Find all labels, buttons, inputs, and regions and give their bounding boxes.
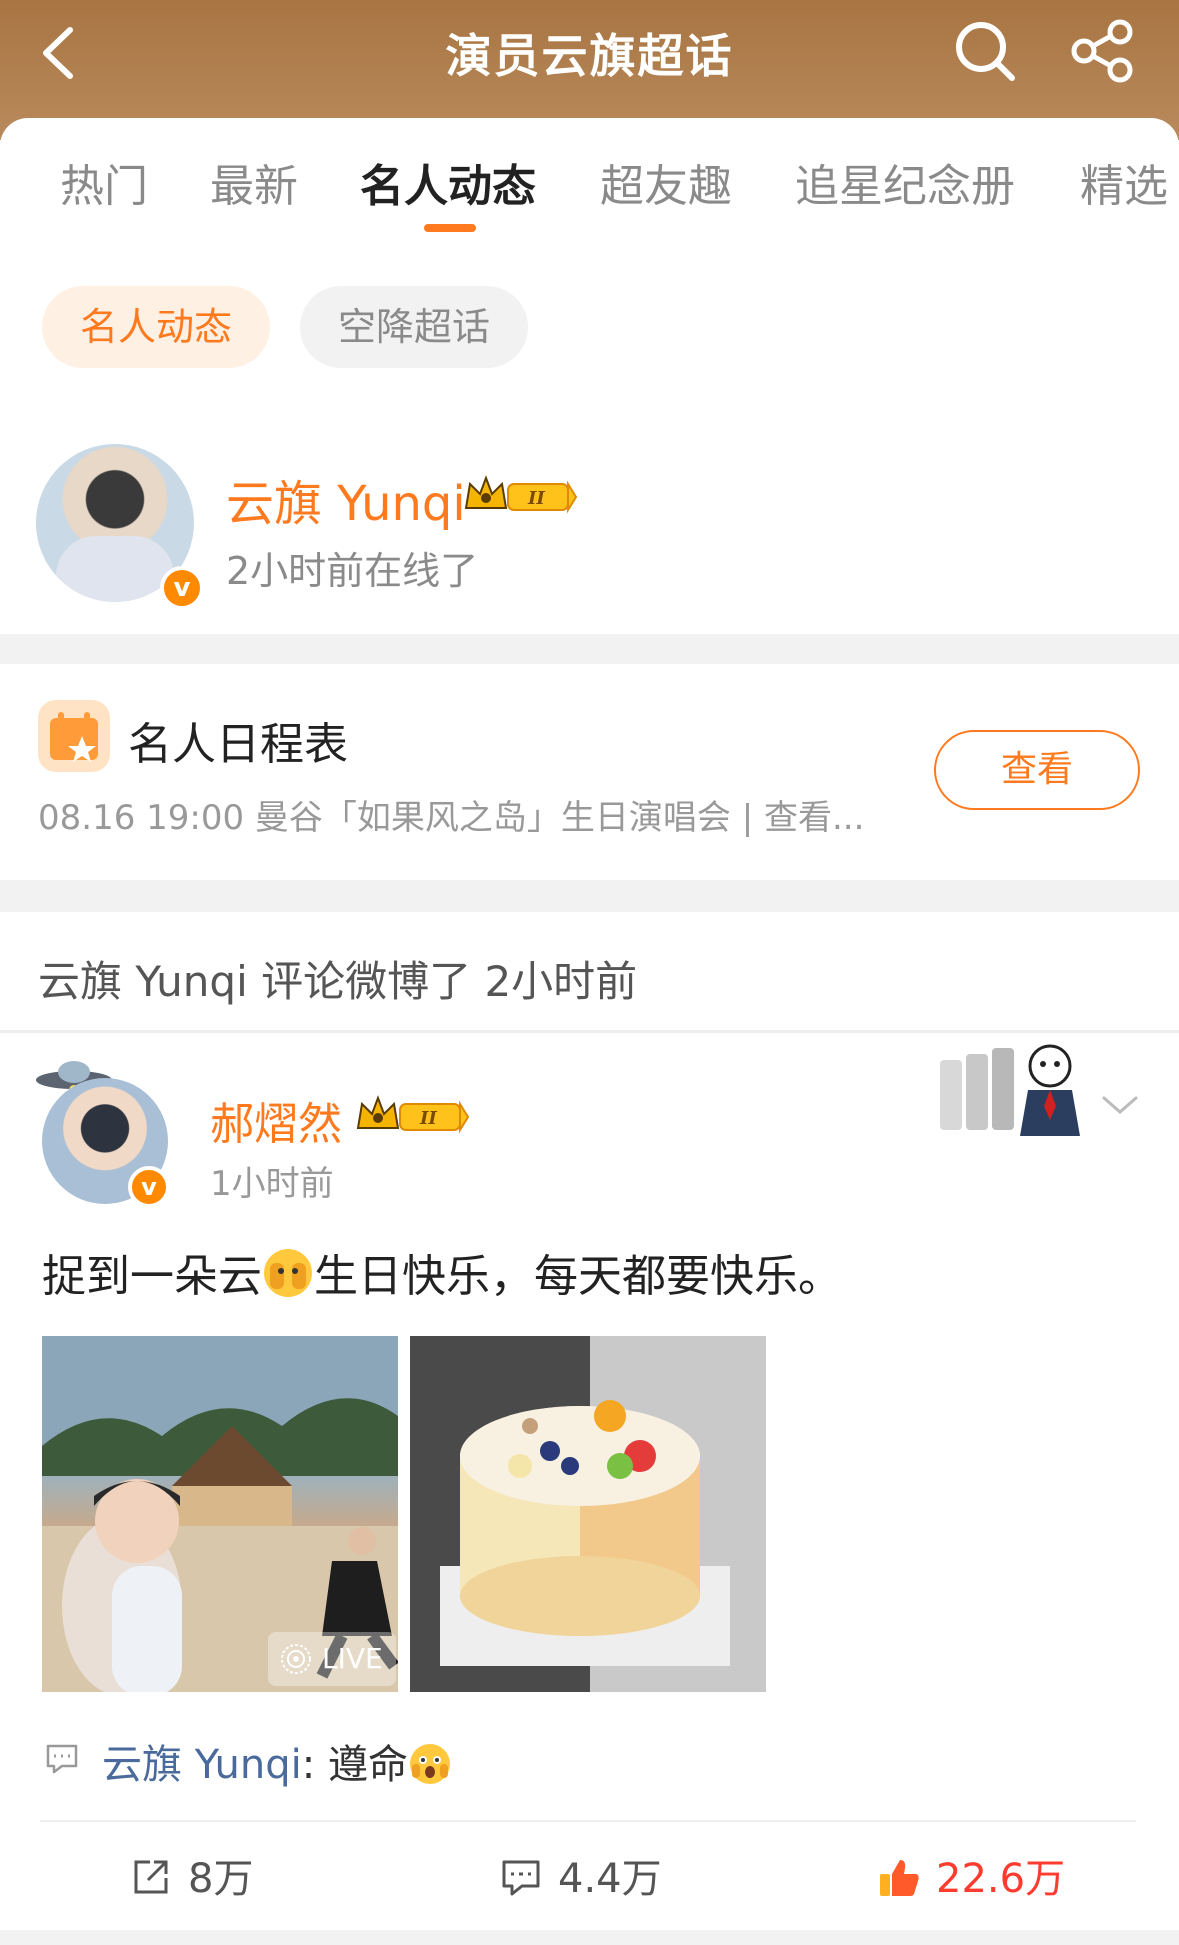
like-count: 22.6万 bbox=[936, 1856, 1066, 1902]
tab-featured[interactable]: 精选 bbox=[1080, 150, 1168, 214]
post-text-part2: 生日快乐，每天都要快乐。 bbox=[314, 1251, 842, 1302]
repost-button[interactable]: 8万 bbox=[128, 1846, 253, 1904]
active-tab-indicator bbox=[424, 224, 476, 232]
featured-reply[interactable]: 云旗 Yunqi: 遵命 bbox=[102, 1732, 452, 1790]
chip-airdrop-topic[interactable]: 空降超话 bbox=[300, 286, 528, 368]
reply-text: : 遵命 bbox=[301, 1742, 408, 1788]
svg-text:II: II bbox=[527, 488, 545, 509]
comment-count: 4.4万 bbox=[558, 1856, 662, 1902]
activity-text: 云旗 Yunqi 评论微博了 2小时前 bbox=[38, 957, 638, 1006]
post-author-name[interactable]: 郝熠然 bbox=[210, 1088, 342, 1152]
schedule-title: 名人日程表 bbox=[128, 719, 348, 770]
tab-star-album[interactable]: 追星纪念册 bbox=[795, 150, 1015, 214]
chip-celebrity-updates[interactable]: 名人动态 bbox=[42, 286, 270, 368]
post-body: 捉到一朵云 生日快乐，每天都要快乐。 bbox=[42, 1240, 842, 1304]
live-icon bbox=[281, 1644, 311, 1674]
tab-fun[interactable]: 超友趣 bbox=[600, 150, 732, 214]
divider bbox=[40, 1820, 1136, 1822]
chevron-down-icon[interactable] bbox=[1098, 1090, 1142, 1120]
crown-level-badge-icon: II bbox=[356, 1095, 470, 1134]
verified-badge-icon: v bbox=[128, 1166, 170, 1208]
peeking-face-emoji-icon bbox=[264, 1249, 312, 1297]
crown-level-badge-icon: II bbox=[464, 475, 578, 514]
post-photo-beach[interactable]: LIVE bbox=[42, 1336, 398, 1692]
cake-photo-illustration bbox=[410, 1336, 766, 1692]
page: 演员云旗超话 热门 最新 名人动态 超友趣 追星纪念册 精选 名人动态 空降超话… bbox=[0, 0, 1179, 1945]
like-button[interactable]: 22.6万 bbox=[876, 1846, 1065, 1904]
view-schedule-button[interactable]: 查看 bbox=[934, 730, 1140, 810]
post-photo-cake[interactable] bbox=[410, 1336, 766, 1692]
svg-text:II: II bbox=[419, 1108, 437, 1129]
search-icon[interactable] bbox=[950, 16, 1020, 86]
live-photo-badge: LIVE bbox=[268, 1632, 396, 1686]
comment-button[interactable]: 4.4万 bbox=[498, 1846, 662, 1904]
calendar-icon bbox=[38, 700, 110, 772]
schedule-event[interactable]: 08.16 19:00 曼谷「如果风之岛」生日演唱会 | 查看... bbox=[38, 790, 864, 839]
live-label: LIVE bbox=[322, 1642, 383, 1675]
repost-icon bbox=[134, 1860, 168, 1894]
comment-icon bbox=[502, 1860, 540, 1896]
post-time: 1小时前 bbox=[210, 1164, 334, 1204]
share-icon[interactable] bbox=[1068, 16, 1138, 86]
comment-bubble-icon bbox=[46, 1744, 78, 1774]
celebrity-name[interactable]: 云旗 Yunqi bbox=[226, 464, 466, 534]
verified-badge-icon: v bbox=[160, 566, 204, 610]
bear-sticker-icon bbox=[940, 1044, 1080, 1136]
tab-bar: 热门 最新 名人动态 超友趣 追星纪念册 精选 bbox=[0, 150, 1179, 240]
bottom-spacer bbox=[0, 1930, 1179, 1945]
tab-latest[interactable]: 最新 bbox=[210, 150, 298, 214]
shocked-face-emoji-icon bbox=[409, 1744, 450, 1784]
repost-count: 8万 bbox=[188, 1856, 254, 1902]
tab-celebrity-updates[interactable]: 名人动态 bbox=[360, 150, 536, 214]
reply-author[interactable]: 云旗 Yunqi bbox=[102, 1742, 302, 1788]
tab-hot[interactable]: 热门 bbox=[60, 150, 148, 214]
post-text-part1: 捉到一朵云 bbox=[42, 1251, 262, 1302]
thumbs-up-icon bbox=[880, 1860, 919, 1896]
online-status: 2小时前在线了 bbox=[226, 549, 479, 593]
